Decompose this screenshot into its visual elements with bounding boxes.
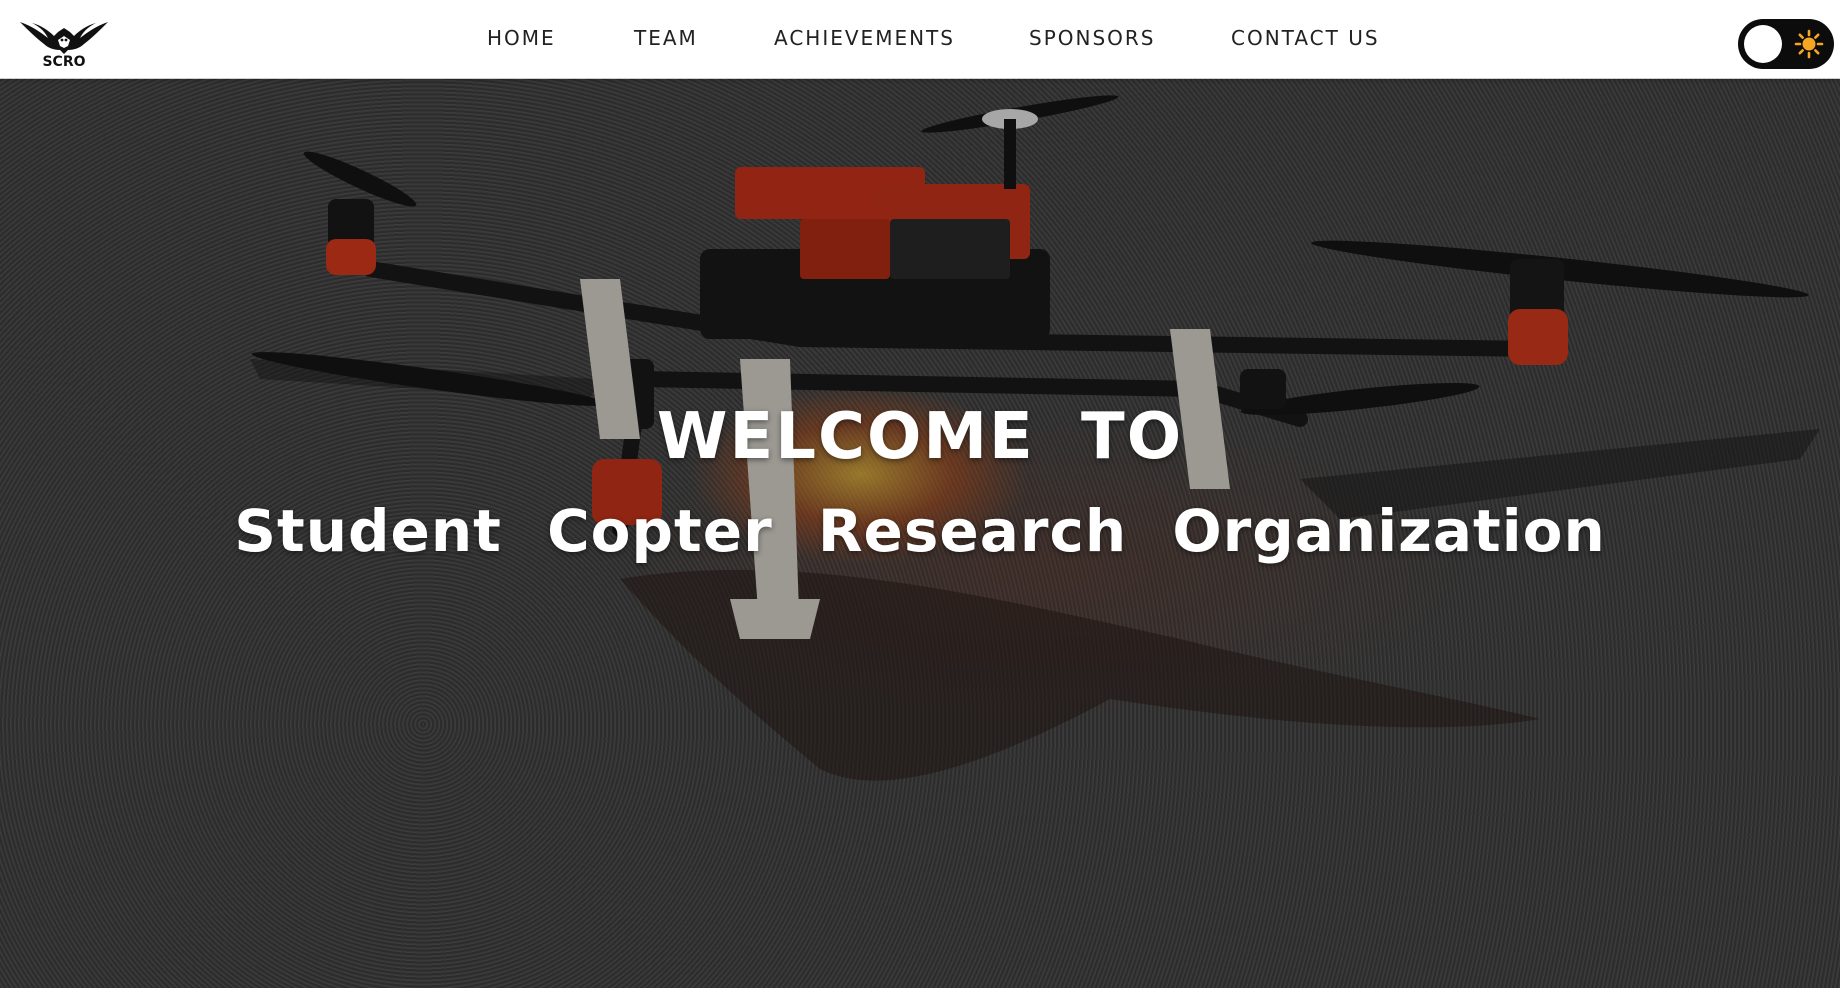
nav-menu: HOME TEAM ACHIEVEMENTS SPONSORS CONTACT … <box>0 0 1840 79</box>
hero-section: WELCOME TO Student Copter Research Organ… <box>0 79 1840 988</box>
theme-toggle[interactable] <box>1738 19 1834 69</box>
nav-team[interactable]: TEAM <box>634 26 698 50</box>
sun-icon <box>1794 29 1824 59</box>
page: SCRO HOME TEAM ACHIEVEMENTS SPONSORS CON… <box>0 0 1840 988</box>
nav-achievements[interactable]: ACHIEVEMENTS <box>774 26 955 50</box>
nav-sponsors[interactable]: SPONSORS <box>1029 26 1156 50</box>
hero-subtitle: Student Copter Research Organization <box>234 497 1606 565</box>
nav-contact-us[interactable]: CONTACT US <box>1231 26 1380 50</box>
toggle-knob <box>1744 25 1782 63</box>
nav-home[interactable]: HOME <box>487 26 556 50</box>
hero-title: WELCOME TO <box>656 400 1184 474</box>
navbar: SCRO HOME TEAM ACHIEVEMENTS SPONSORS CON… <box>0 0 1840 79</box>
